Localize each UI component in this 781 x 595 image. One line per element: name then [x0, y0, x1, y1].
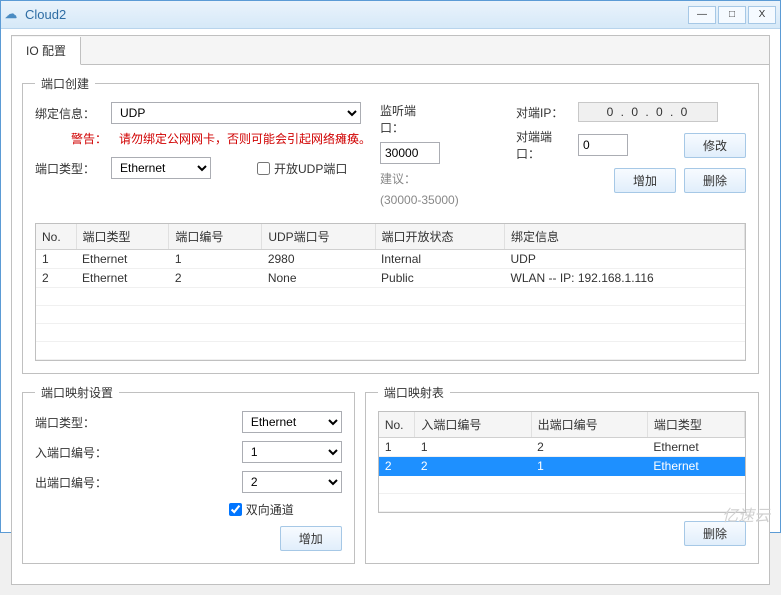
map-table[interactable]: No. 入端口编号 出端口编号 端口类型 112Ethernet [378, 411, 746, 513]
map-setting-group: 端口映射设置 端口类型： Ethernet 入端口编号： 1 出端口编 [22, 384, 355, 564]
map-setting-legend: 端口映射设置 [35, 384, 119, 401]
peer-port-label: 对端端口： [516, 128, 572, 162]
port-table[interactable]: No. 端口类型 端口编号 UDP端口号 端口开放状态 绑定信息 1Ethern… [35, 223, 746, 361]
listen-port-label: 监听端口： [380, 102, 436, 136]
port-type-label: 端口类型： [35, 160, 103, 177]
col-no: No. [36, 224, 76, 250]
tab-io-config[interactable]: IO 配置 [12, 37, 81, 65]
titlebar: ☁ Cloud2 — □ X [1, 1, 780, 29]
table-row[interactable]: 2Ethernet2NonePublicWLAN -- IP: 192.168.… [36, 269, 745, 288]
port-type-select[interactable]: Ethernet [111, 157, 211, 179]
ms-in-label: 入端口编号： [35, 444, 125, 461]
add-port-button[interactable]: 增加 [614, 168, 676, 193]
open-udp-checkbox-label[interactable]: 开放UDP端口 [257, 160, 347, 177]
ms-out-label: 出端口编号： [35, 474, 125, 491]
peer-ip-label: 对端IP： [516, 104, 572, 121]
mt-col-no: No. [379, 412, 415, 438]
peer-ip-input[interactable]: 0 . 0 . 0 . 0 [578, 102, 718, 122]
bind-info-select[interactable]: UDP [111, 102, 361, 124]
ms-add-button[interactable]: 增加 [280, 526, 342, 551]
col-bind: 绑定信息 [505, 224, 745, 250]
ms-port-type-select[interactable]: Ethernet [242, 411, 342, 433]
mt-col-in: 入端口编号 [415, 412, 531, 438]
listen-port-input[interactable] [380, 142, 440, 164]
bidir-checkbox[interactable] [229, 503, 242, 516]
table-row[interactable]: 1Ethernet12980InternalUDP [36, 250, 745, 269]
map-table-legend: 端口映射表 [378, 384, 450, 401]
ms-out-select[interactable]: 2 [242, 471, 342, 493]
mt-col-type: 端口类型 [647, 412, 744, 438]
col-open: 端口开放状态 [375, 224, 504, 250]
modify-button[interactable]: 修改 [684, 133, 746, 158]
open-udp-checkbox[interactable] [257, 162, 270, 175]
delete-port-button[interactable]: 删除 [684, 168, 746, 193]
close-button[interactable]: X [748, 6, 776, 24]
warning-text: 请勿绑定公网网卡，否则可能会引起网络瘫痪。 [119, 130, 371, 147]
ms-port-type-label: 端口类型： [35, 414, 125, 431]
app-icon: ☁ [5, 7, 21, 23]
tab-header: IO 配置 [12, 36, 769, 65]
maximize-button[interactable]: □ [718, 6, 746, 24]
col-type: 端口类型 [76, 224, 169, 250]
suggest-range: (30000-35000) [380, 193, 459, 207]
warning-label: 警告： [39, 130, 107, 147]
port-create-group: 端口创建 绑定信息： UDP 警告： 请勿绑定公网网卡，否则 [22, 75, 759, 374]
content-area: IO 配置 端口创建 绑定信息： UDP [1, 29, 780, 595]
suggest-label: 建议： [380, 170, 416, 187]
port-create-legend: 端口创建 [35, 75, 95, 92]
map-table-group: 端口映射表 No. 入端口编号 出端口编号 端口类型 [365, 384, 759, 564]
minimize-button[interactable]: — [688, 6, 716, 24]
app-window: ☁ Cloud2 — □ X IO 配置 端口创建 绑定信息： [0, 0, 781, 533]
table-row[interactable]: 112Ethernet [379, 438, 745, 457]
table-row[interactable]: 221Ethernet [379, 457, 745, 476]
col-udp: UDP端口号 [262, 224, 375, 250]
bind-info-label: 绑定信息： [35, 105, 103, 122]
window-title: Cloud2 [25, 7, 688, 22]
bidir-checkbox-label[interactable]: 双向通道 [229, 501, 294, 518]
tab-body: 端口创建 绑定信息： UDP 警告： 请勿绑定公网网卡，否则 [12, 65, 769, 584]
watermark: 亿速云 [722, 502, 770, 526]
peer-port-input[interactable] [578, 134, 628, 156]
tab-container: IO 配置 端口创建 绑定信息： UDP [11, 35, 770, 585]
col-num: 端口编号 [169, 224, 262, 250]
ms-in-select[interactable]: 1 [242, 441, 342, 463]
window-controls: — □ X [688, 6, 776, 24]
mt-col-out: 出端口编号 [531, 412, 647, 438]
